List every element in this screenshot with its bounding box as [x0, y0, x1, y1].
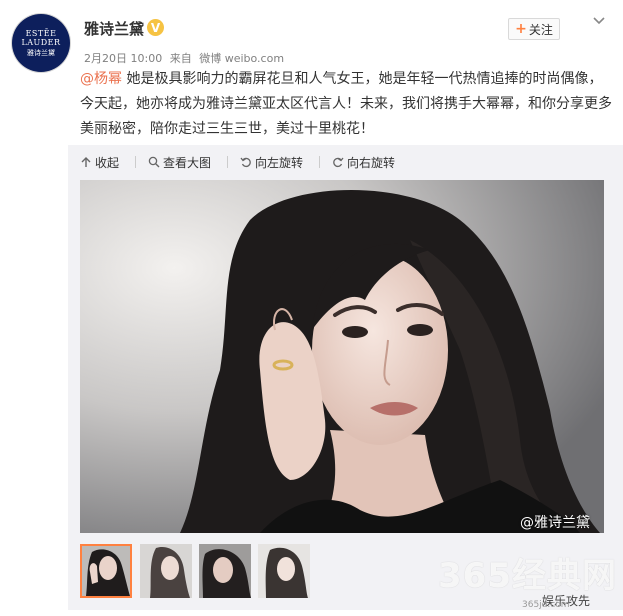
post-meta: 2月20日 10:00 来自 微博 weibo.com [84, 50, 288, 66]
thumbnail-image [82, 546, 130, 596]
post-photo[interactable] [80, 180, 604, 533]
rotate-right-button[interactable]: 向右旋转 [332, 154, 395, 171]
thumbnail-image [258, 544, 310, 598]
thumbnail-4[interactable] [258, 544, 310, 598]
avatar-brand-line1: ESTĒE [25, 28, 57, 38]
site-watermark-url: 365jd.com [522, 600, 570, 610]
photo-watermark: @雅诗兰黛 [520, 515, 590, 531]
toolbar-divider [227, 156, 229, 168]
collapse-label: 收起 [95, 155, 120, 170]
thumbnail-3[interactable] [199, 544, 251, 598]
thumbnail-image [199, 544, 251, 598]
collapse-button[interactable]: 收起 [80, 154, 119, 171]
rotate-left-button[interactable]: 向左旋转 [240, 154, 303, 171]
magnifier-icon [148, 156, 160, 168]
rotate-left-icon [240, 157, 251, 168]
portrait-image [80, 180, 604, 533]
post-date[interactable]: 2月20日 10:00 [84, 52, 162, 65]
toolbar-divider [135, 156, 137, 168]
view-large-label: 查看大图 [163, 155, 212, 170]
follow-button[interactable]: + 关注 [508, 18, 560, 40]
avatar[interactable]: ESTĒE LAUDER 雅诗兰黛 [12, 14, 70, 72]
toolbar-divider [319, 156, 321, 168]
rotate-right-label: 向右旋转 [347, 155, 396, 170]
post-body: 她是极具影响力的霸屏花旦和人气女王，她是年轻一代热情追捧的时尚偶像，今天起，她亦… [80, 71, 612, 137]
collapse-arrow-icon [81, 157, 91, 167]
follow-label: 关注 [528, 22, 553, 37]
post-text: @杨幂 她是极具影响力的霸屏花旦和人气女王，她是年轻一代热情追捧的时尚偶像，今天… [80, 67, 616, 142]
view-large-button[interactable]: 查看大图 [148, 154, 211, 171]
avatar-brand-line2: LAUDER [21, 37, 61, 47]
avatar-brand-line3: 雅诗兰黛 [27, 48, 55, 57]
rotate-right-icon [333, 157, 344, 168]
post-source[interactable]: 微博 weibo.com [199, 52, 284, 65]
site-watermark: 365经典网 [438, 556, 617, 596]
rotate-left-label: 向左旋转 [255, 155, 304, 170]
mention-link[interactable]: @杨幂 [80, 71, 122, 87]
post-from-label: 来自 [169, 52, 192, 65]
thumbnail-2[interactable] [140, 544, 192, 598]
follow-plus-icon: + [515, 21, 527, 37]
thumbnail-image [140, 544, 192, 598]
chevron-down-icon[interactable] [592, 14, 606, 28]
thumbnail-1[interactable] [80, 544, 132, 598]
verified-badge: V [147, 19, 164, 36]
media-toolbar: 收起 查看大图 向左旋转 向右旋转 [80, 152, 411, 172]
account-name[interactable]: 雅诗兰黛 [84, 18, 144, 39]
